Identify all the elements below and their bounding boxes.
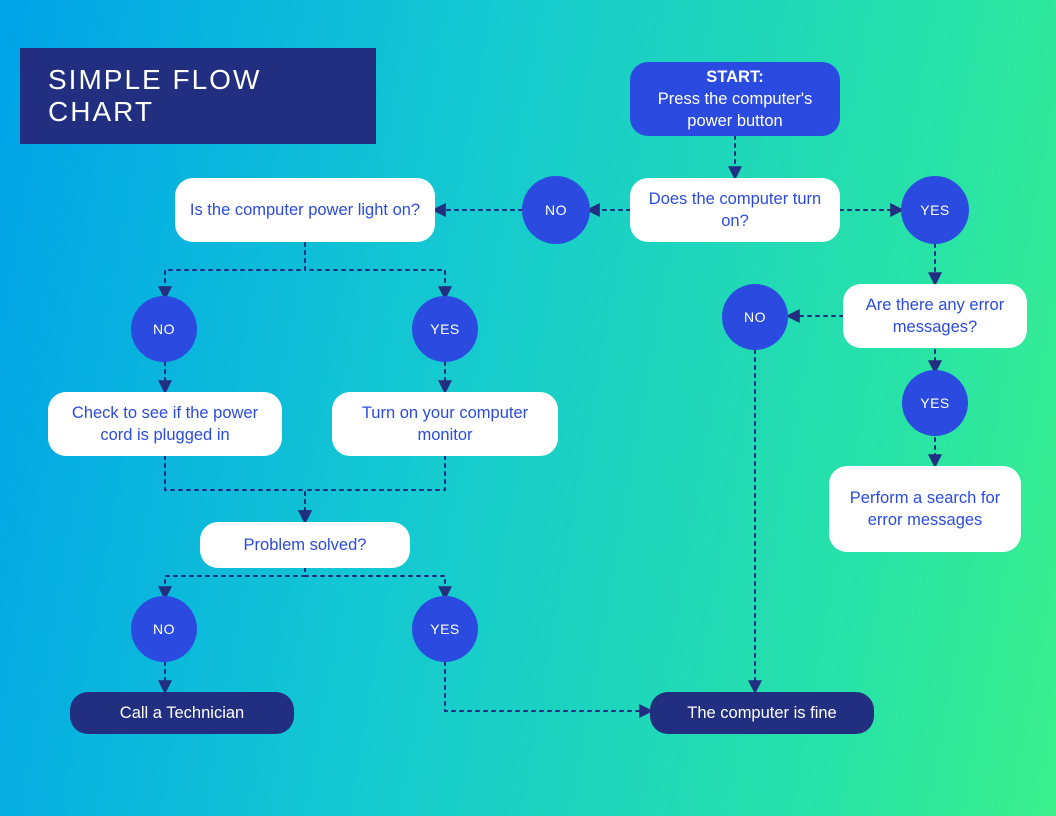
check-cord-text: Check to see if the power cord is plugge… xyxy=(62,402,268,447)
node-call-tech: Call a Technician xyxy=(70,692,294,734)
node-computer-fine: The computer is fine xyxy=(650,692,874,734)
problem-solved-text: Problem solved? xyxy=(244,534,367,556)
node-power-light: Is the computer power light on? xyxy=(175,178,435,242)
page-title: SIMPLE FLOW CHART xyxy=(20,48,376,144)
node-error-msgs: Are there any error messages? xyxy=(843,284,1027,348)
computer-fine-text: The computer is fine xyxy=(687,702,836,724)
node-turn-monitor: Turn on your computer monitor xyxy=(332,392,558,456)
node-turn-on: Does the computer turn on? xyxy=(630,178,840,242)
node-problem-solved: Problem solved? xyxy=(200,522,410,568)
no-label: NO xyxy=(545,202,567,218)
error-msgs-text: Are there any error messages? xyxy=(857,294,1013,339)
yes-label: YES xyxy=(430,321,460,337)
yes-label: YES xyxy=(430,621,460,637)
node-search-errors: Perform a search for error messages xyxy=(829,466,1021,552)
decision-yes-turn-on: YES xyxy=(901,176,969,244)
decision-yes-power-light: YES xyxy=(412,296,478,362)
yes-label: YES xyxy=(920,395,950,411)
decision-no-turn-on: NO xyxy=(522,176,590,244)
node-start: START: Press the computer's power button xyxy=(630,62,840,136)
decision-yes-error-msgs: YES xyxy=(902,370,968,436)
turn-monitor-text: Turn on your computer monitor xyxy=(346,402,544,447)
search-errors-text: Perform a search for error messages xyxy=(843,487,1007,532)
flowchart-stage: SIMPLE FLOW CHART xyxy=(0,0,1056,816)
decision-no-power-light: NO xyxy=(131,296,197,362)
title-text: SIMPLE FLOW CHART xyxy=(48,64,376,128)
decision-yes-problem-solved: YES xyxy=(412,596,478,662)
start-label-rest: Press the computer's power button xyxy=(658,90,812,130)
power-light-text: Is the computer power light on? xyxy=(190,199,420,221)
no-label: NO xyxy=(153,321,175,337)
decision-no-problem-solved: NO xyxy=(131,596,197,662)
turn-on-text: Does the computer turn on? xyxy=(644,188,826,233)
call-tech-text: Call a Technician xyxy=(120,702,244,724)
no-label: NO xyxy=(744,309,766,325)
yes-label: YES xyxy=(920,202,950,218)
decision-no-error-msgs: NO xyxy=(722,284,788,350)
start-label-strong: START: xyxy=(644,66,826,88)
node-check-cord: Check to see if the power cord is plugge… xyxy=(48,392,282,456)
no-label: NO xyxy=(153,621,175,637)
